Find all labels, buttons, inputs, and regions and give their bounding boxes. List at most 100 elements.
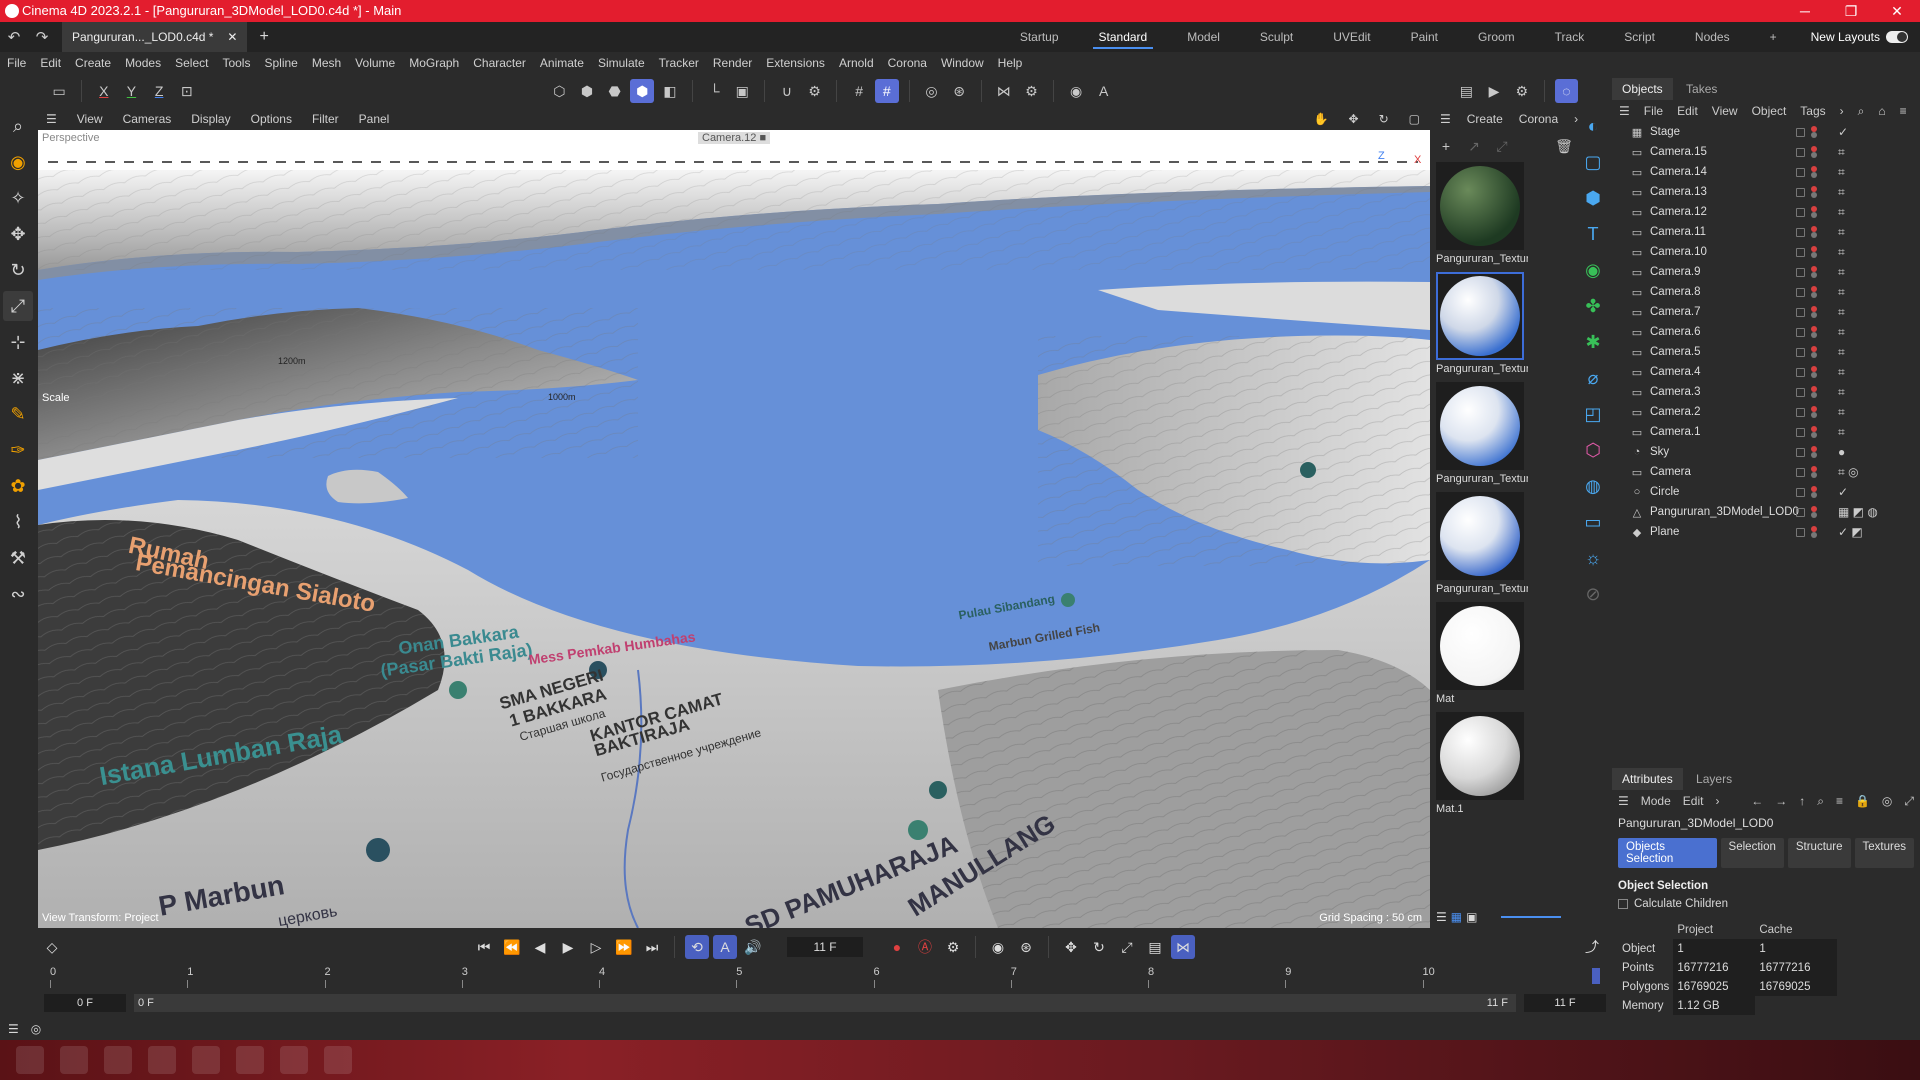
y-axis-toggle[interactable]: Y: [120, 79, 144, 103]
object-tag-icon[interactable]: ⌗: [1838, 185, 1845, 200]
mograph-icon[interactable]: ✱: [1580, 329, 1606, 355]
keyframe-diamond-icon[interactable]: ◇: [40, 935, 64, 959]
render-dot-icon[interactable]: [1811, 452, 1817, 458]
object-row[interactable]: ▭ Camera.3 ⌗: [1612, 382, 1920, 402]
layer-flag-icon[interactable]: [1796, 367, 1805, 377]
model-mode-icon[interactable]: ▭: [47, 79, 71, 103]
param-key-icon[interactable]: ▤: [1143, 935, 1167, 959]
layout-track[interactable]: Track: [1535, 22, 1605, 52]
redo-icon[interactable]: ↷: [28, 28, 56, 46]
magnet-icon[interactable]: ∪: [775, 79, 799, 103]
scale-tool-icon[interactable]: ⤢: [3, 291, 33, 321]
new-layouts-toggle[interactable]: [1886, 31, 1908, 43]
text-icon[interactable]: T: [1580, 221, 1606, 247]
attribute-menu-edit[interactable]: Edit: [1677, 790, 1710, 812]
object-tag-icon[interactable]: ●: [1838, 445, 1845, 459]
add-layout-icon[interactable]: +: [1750, 22, 1797, 52]
render-dot-icon[interactable]: [1811, 352, 1817, 358]
menu-arnold[interactable]: Arnold: [832, 52, 881, 74]
grid-snap-icon[interactable]: #: [847, 79, 871, 103]
sketch-tool-icon[interactable]: ✑: [3, 435, 33, 465]
render-dot-icon[interactable]: [1811, 332, 1817, 338]
material-menu-create[interactable]: Create: [1459, 108, 1511, 130]
maximize-button[interactable]: ❐: [1828, 0, 1874, 22]
timeline-ruler[interactable]: 0 1 2 3 4 5 6 7 8 9 10: [50, 966, 1602, 990]
object-tag-icon[interactable]: ⌗ ◎: [1838, 465, 1859, 480]
object-menu-object[interactable]: Object: [1745, 100, 1794, 122]
object-tag-icon[interactable]: ▦ ◩ ◍: [1838, 505, 1878, 519]
chevron-right-icon[interactable]: ›: [1833, 100, 1851, 122]
menu-corona[interactable]: Corona: [881, 52, 934, 74]
object-row[interactable]: ▭ Camera.10 ⌗: [1612, 242, 1920, 262]
menu-spline[interactable]: Spline: [257, 52, 304, 74]
start-frame-field[interactable]: 0 F: [44, 994, 126, 1012]
placement-tool-icon[interactable]: ⋇: [3, 363, 33, 393]
layer-flag-icon[interactable]: [1796, 307, 1805, 317]
range-bar[interactable]: 0 F 11 F: [134, 994, 1516, 1012]
taskbar-app-icon[interactable]: [324, 1046, 352, 1074]
menu-help[interactable]: Help: [991, 52, 1030, 74]
render-dot-icon[interactable]: [1811, 532, 1817, 538]
timeline-graph-icon[interactable]: ⤴: [1580, 935, 1604, 959]
home-icon[interactable]: ⌂: [1871, 100, 1892, 122]
material-menu-corona[interactable]: Corona: [1511, 108, 1566, 130]
cube-icon[interactable]: ⬢: [1580, 185, 1606, 211]
symmetry-settings-icon[interactable]: ⚙: [1020, 79, 1044, 103]
search-icon[interactable]: ⌕: [1851, 100, 1872, 122]
volume-icon[interactable]: ⬡: [1580, 437, 1606, 463]
transform-tool-icon[interactable]: ⊹: [3, 327, 33, 357]
key-rotation-icon[interactable]: ⊛: [1014, 935, 1038, 959]
object-mode-icon[interactable]: ⬢: [630, 79, 655, 103]
object-row[interactable]: ▭ Camera.4 ⌗: [1612, 362, 1920, 382]
render-dot-icon[interactable]: [1811, 312, 1817, 318]
layer-flag-icon[interactable]: [1796, 127, 1805, 137]
object-row[interactable]: ▭ Camera.2 ⌗: [1612, 402, 1920, 422]
object-menu-file[interactable]: File: [1637, 100, 1670, 122]
subtab-selection[interactable]: Selection: [1720, 838, 1784, 868]
camera-view-icon[interactable]: ◐: [1580, 113, 1606, 139]
layer-flag-icon[interactable]: [1796, 327, 1805, 337]
render-picture-viewer-icon[interactable]: ▶: [1482, 79, 1506, 103]
go-to-start-icon[interactable]: ⏮: [472, 935, 496, 959]
render-dot-icon[interactable]: [1811, 132, 1817, 138]
object-row[interactable]: ▭ Camera.6 ⌗: [1612, 322, 1920, 342]
render-dot-icon[interactable]: [1811, 212, 1817, 218]
thumbnail-size-slider[interactable]: [1501, 916, 1562, 918]
workplane-snap-icon[interactable]: #: [875, 79, 899, 103]
viewport-menu-view[interactable]: View: [67, 108, 113, 130]
rotate-tool-icon[interactable]: ↻: [3, 255, 33, 285]
move-key-icon[interactable]: ✥: [1059, 935, 1083, 959]
solo-icon[interactable]: ◎: [920, 79, 944, 103]
layout-script[interactable]: Script: [1604, 22, 1675, 52]
delete-material-icon[interactable]: 🗑: [1552, 134, 1576, 158]
tag-icon[interactable]: ⊘: [1580, 581, 1606, 607]
object-row[interactable]: ◔ Sky ●: [1612, 442, 1920, 462]
environment-icon[interactable]: ◍: [1580, 473, 1606, 499]
render-dot-icon[interactable]: [1811, 232, 1817, 238]
object-tag-icon[interactable]: ✓: [1838, 485, 1848, 499]
camera-icon[interactable]: ▭: [1580, 509, 1606, 535]
end-frame-field[interactable]: 11 F: [1524, 994, 1606, 1012]
object-row[interactable]: ▦ Stage ✓: [1612, 122, 1920, 142]
layer-flag-icon[interactable]: [1796, 147, 1805, 157]
taskbar-app-icon[interactable]: [192, 1046, 220, 1074]
object-row[interactable]: ▭ Camera.14 ⌗: [1612, 162, 1920, 182]
menu-select[interactable]: Select: [168, 52, 215, 74]
tab-objects[interactable]: Objects: [1612, 78, 1673, 100]
layer-flag-icon[interactable]: [1796, 527, 1805, 537]
live-select-icon[interactable]: ◌: [1554, 79, 1579, 103]
expand-icon[interactable]: ⤢: [1914, 100, 1920, 122]
layout-standard[interactable]: Standard: [1079, 22, 1168, 52]
layer-flag-icon[interactable]: [1796, 167, 1805, 177]
layer-flag-icon[interactable]: [1796, 287, 1805, 297]
menu-tools[interactable]: Tools: [215, 52, 257, 74]
taskbar-app-icon[interactable]: [236, 1046, 264, 1074]
object-menu-edit[interactable]: Edit: [1670, 100, 1705, 122]
add-material-icon[interactable]: +: [1434, 134, 1458, 158]
render-dot-icon[interactable]: [1811, 432, 1817, 438]
menu-create[interactable]: Create: [68, 52, 118, 74]
layer-flag-icon[interactable]: [1796, 267, 1805, 277]
back-arrow-icon[interactable]: ←: [1745, 790, 1769, 812]
render-dot-icon[interactable]: [1811, 372, 1817, 378]
material-swatch-3[interactable]: Pangururan_Texture_3: [1436, 382, 1528, 485]
